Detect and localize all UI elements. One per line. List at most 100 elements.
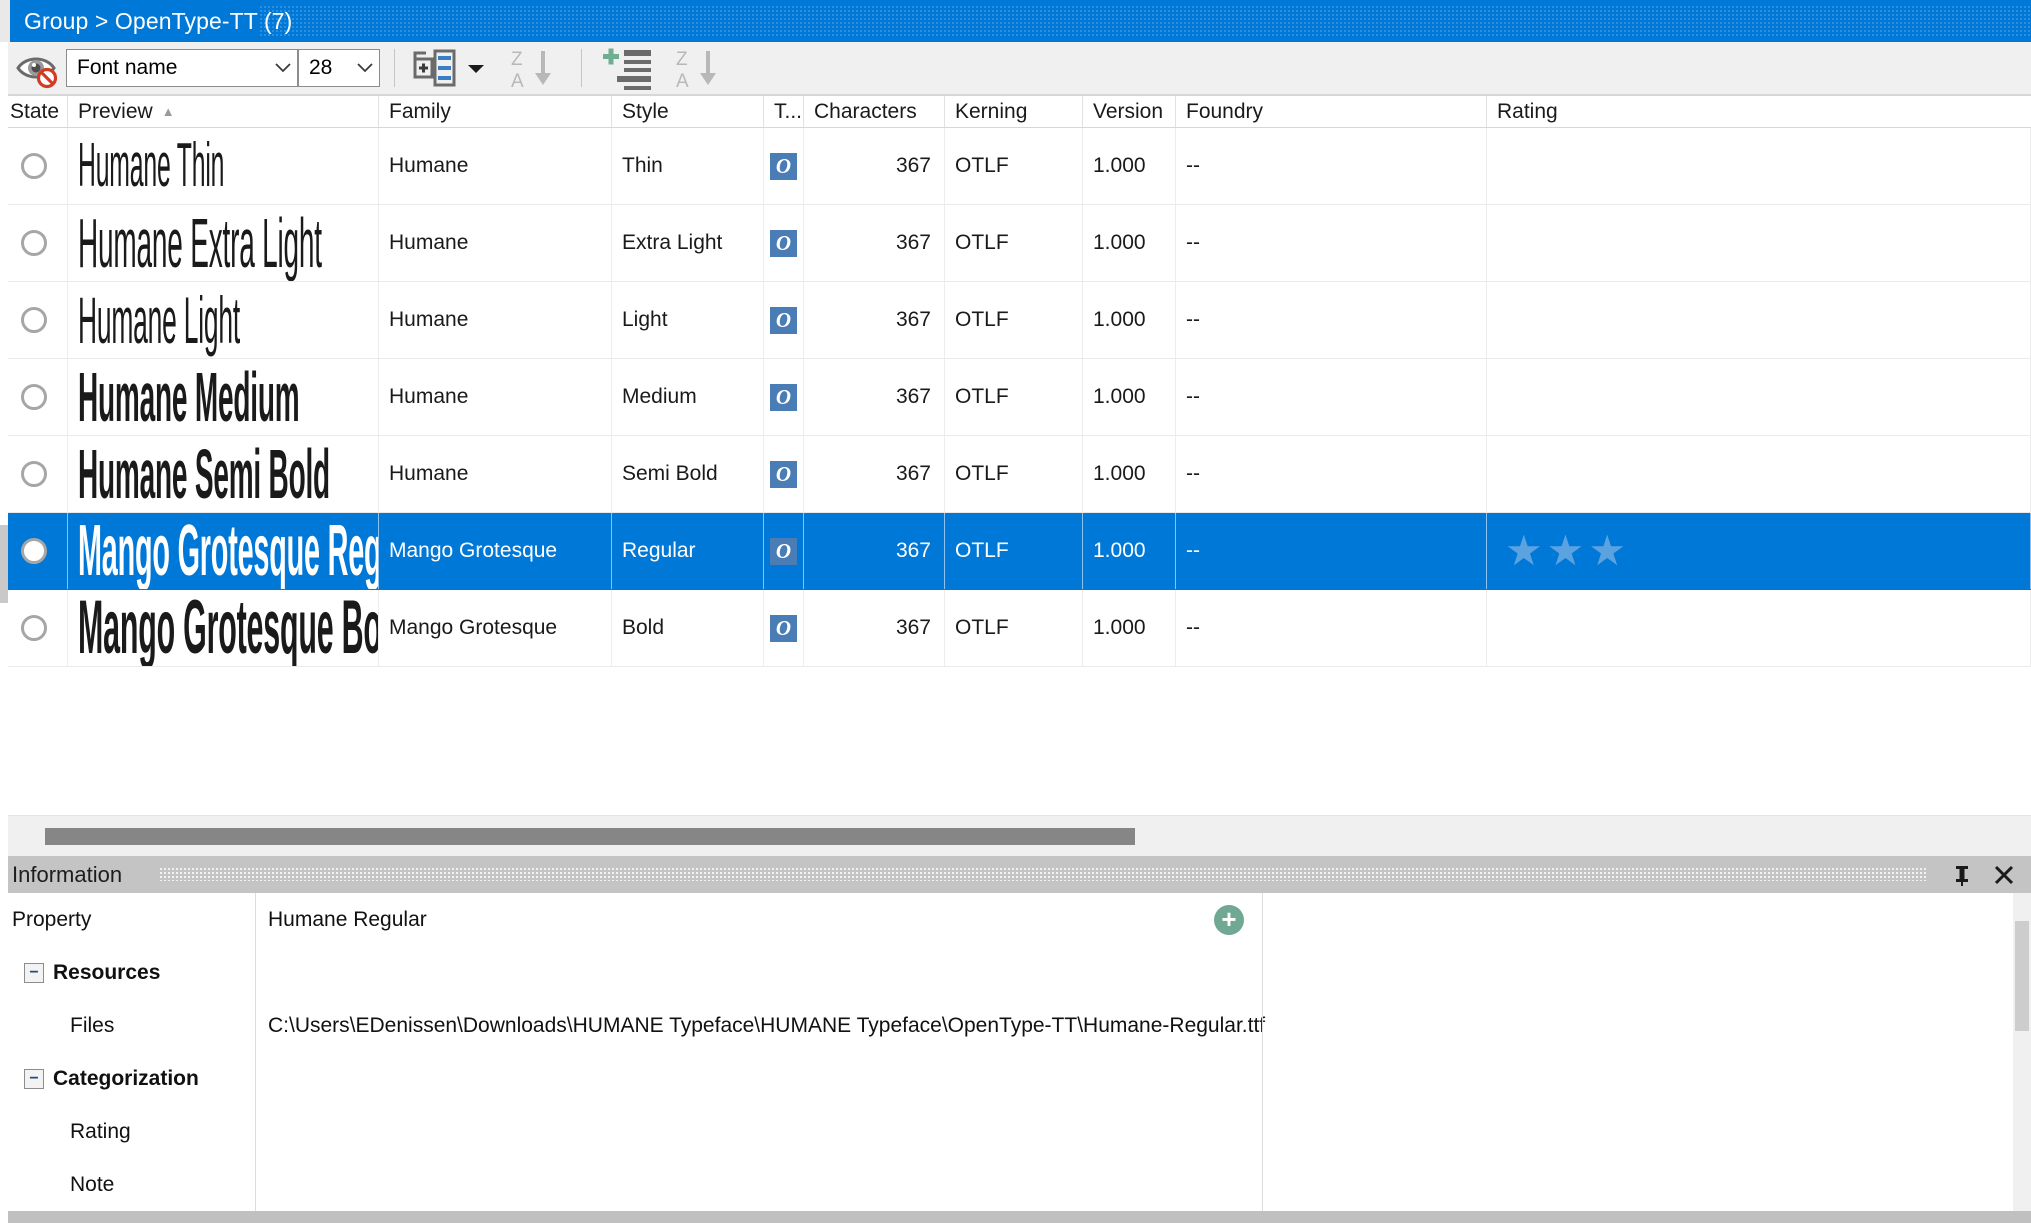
sort-za-secondary-button[interactable]: Z A: [668, 45, 732, 91]
row-characters-cell: 367: [804, 359, 945, 435]
font-size-combobox[interactable]: 28: [298, 49, 380, 87]
property-item-note[interactable]: Note: [0, 1158, 255, 1211]
state-radio-icon[interactable]: [21, 461, 47, 487]
column-header-rating[interactable]: Rating: [1487, 96, 2031, 127]
property-item-rating[interactable]: Rating: [0, 1105, 255, 1158]
row-characters-cell-text: 367: [896, 385, 931, 409]
column-header-state[interactable]: State: [0, 96, 68, 127]
row-rating-cell[interactable]: [1487, 590, 2031, 666]
row-foundry-cell: --: [1176, 513, 1487, 589]
eye-disabled-icon[interactable]: [14, 47, 62, 89]
row-rating-cell[interactable]: [1487, 436, 2031, 512]
expander-collapse-icon[interactable]: −: [24, 1069, 44, 1089]
compare-view-button[interactable]: [409, 45, 461, 91]
row-family-cell-text: Mango Grotesque: [389, 616, 557, 640]
property-group-label-resources: Resources: [53, 961, 160, 985]
row-kerning-cell-text: OTLF: [955, 231, 1009, 255]
rating-stars[interactable]: ★★★: [1497, 530, 1626, 572]
row-rating-cell[interactable]: [1487, 205, 2031, 281]
row-state-cell[interactable]: [0, 359, 68, 435]
left-splitter-handle[interactable]: [0, 525, 8, 603]
row-rating-cell[interactable]: [1487, 282, 2031, 358]
property-group-resources[interactable]: − Resources: [0, 946, 255, 999]
chevron-down-icon[interactable]: [351, 50, 379, 86]
column-header-characters[interactable]: Characters: [804, 96, 945, 127]
information-value-divider: [1262, 893, 1263, 1211]
row-state-cell[interactable]: [0, 205, 68, 281]
table-row[interactable]: Humane ThinHumaneThinO367OTLF1.000--: [0, 128, 2031, 205]
close-icon[interactable]: [1991, 862, 2017, 888]
row-state-cell[interactable]: [0, 282, 68, 358]
star-icon[interactable]: ★: [1547, 530, 1585, 572]
state-radio-icon[interactable]: [21, 230, 47, 256]
font-preview-text: Mango Grotesque Bold: [78, 590, 379, 666]
column-header-version[interactable]: Version: [1083, 96, 1176, 127]
row-rating-cell[interactable]: ★★★: [1487, 513, 2031, 589]
information-property-column: Property − Resources Files − Categorizat…: [0, 893, 256, 1211]
row-state-cell[interactable]: [0, 128, 68, 204]
column-header-style[interactable]: Style: [612, 96, 764, 127]
row-state-cell[interactable]: [0, 513, 68, 589]
font-grid: State Preview▲ Family Style T... Charact…: [0, 95, 2031, 856]
row-version-cell-text: 1.000: [1093, 385, 1146, 409]
expander-collapse-icon[interactable]: −: [24, 963, 44, 983]
add-to-list-button[interactable]: [596, 45, 658, 91]
value-item-files[interactable]: C:\Users\EDenissen\Downloads\HUMANE Type…: [256, 999, 2031, 1052]
horizontal-scrollbar[interactable]: [0, 815, 2031, 856]
row-rating-cell[interactable]: [1487, 128, 2031, 204]
information-panel-title: Information: [12, 862, 122, 888]
font-size-value: 28: [299, 56, 340, 80]
value-item-note[interactable]: [256, 1158, 2031, 1211]
row-type-cell: O: [764, 282, 804, 358]
information-vertical-scrollbar[interactable]: [2013, 893, 2031, 1211]
row-kerning-cell-text: OTLF: [955, 308, 1009, 332]
state-radio-icon[interactable]: [21, 615, 47, 641]
add-circle-icon[interactable]: +: [1214, 905, 1244, 935]
pin-icon[interactable]: [1949, 862, 1975, 888]
horizontal-scrollbar-thumb[interactable]: [45, 828, 1135, 845]
star-icon[interactable]: ★: [1505, 530, 1543, 572]
state-radio-icon[interactable]: [21, 384, 47, 410]
row-foundry-cell: --: [1176, 590, 1487, 666]
chevron-down-icon[interactable]: [269, 50, 297, 86]
sort-za-button[interactable]: Z A: [503, 45, 567, 91]
state-radio-icon[interactable]: [21, 153, 47, 179]
row-characters-cell: 367: [804, 128, 945, 204]
column-header-foundry[interactable]: Foundry: [1176, 96, 1487, 127]
font-name-value: Font name: [67, 56, 185, 80]
column-header-family[interactable]: Family: [379, 96, 612, 127]
svg-text:Z: Z: [676, 49, 688, 70]
column-label-type: T...: [774, 100, 802, 124]
table-row[interactable]: Humane MediumHumaneMediumO367OTLF1.000--: [0, 359, 2031, 436]
table-row[interactable]: Humane LightHumaneLightO367OTLF1.000--: [0, 282, 2031, 359]
information-value-column: Humane Regular C:\Users\EDenissen\Downlo…: [256, 893, 2031, 1211]
property-label-rating: Rating: [0, 1120, 131, 1144]
row-rating-cell[interactable]: [1487, 359, 2031, 435]
compare-dropdown-button[interactable]: [461, 45, 491, 91]
row-state-cell[interactable]: [0, 436, 68, 512]
column-header-kerning[interactable]: Kerning: [945, 96, 1083, 127]
font-name-combobox[interactable]: Font name: [66, 49, 298, 87]
state-radio-icon[interactable]: [21, 307, 47, 333]
information-vertical-scrollbar-thumb[interactable]: [2015, 921, 2029, 1031]
row-preview-cell: Humane Thin: [68, 128, 379, 204]
column-header-type[interactable]: T...: [764, 96, 804, 127]
state-radio-icon[interactable]: [21, 538, 47, 564]
opentype-badge-icon: O: [770, 384, 797, 411]
value-item-rating[interactable]: [256, 1105, 2031, 1158]
property-label-note: Note: [0, 1173, 114, 1197]
row-characters-cell-text: 367: [896, 462, 931, 486]
table-row[interactable]: Humane Extra LightHumaneExtra LightO367O…: [0, 205, 2031, 282]
information-panel-header: Information: [0, 856, 2031, 893]
row-state-cell[interactable]: [0, 590, 68, 666]
star-icon[interactable]: ★: [1588, 530, 1626, 572]
column-header-preview[interactable]: Preview▲: [68, 96, 379, 127]
table-row[interactable]: Mango Grotesque RegularMango GrotesqueRe…: [0, 513, 2031, 590]
property-item-files[interactable]: Files: [0, 999, 255, 1052]
table-row[interactable]: Mango Grotesque BoldMango GrotesqueBoldO…: [0, 590, 2031, 667]
group-titlebar: Group > OpenType-TT (7): [10, 0, 2031, 42]
property-group-categorization[interactable]: − Categorization: [0, 1052, 255, 1105]
table-row[interactable]: Humane Semi BoldHumaneSemi BoldO367OTLF1…: [0, 436, 2031, 513]
row-style-cell: Light: [612, 282, 764, 358]
value-group-categorization: [256, 1052, 2031, 1105]
